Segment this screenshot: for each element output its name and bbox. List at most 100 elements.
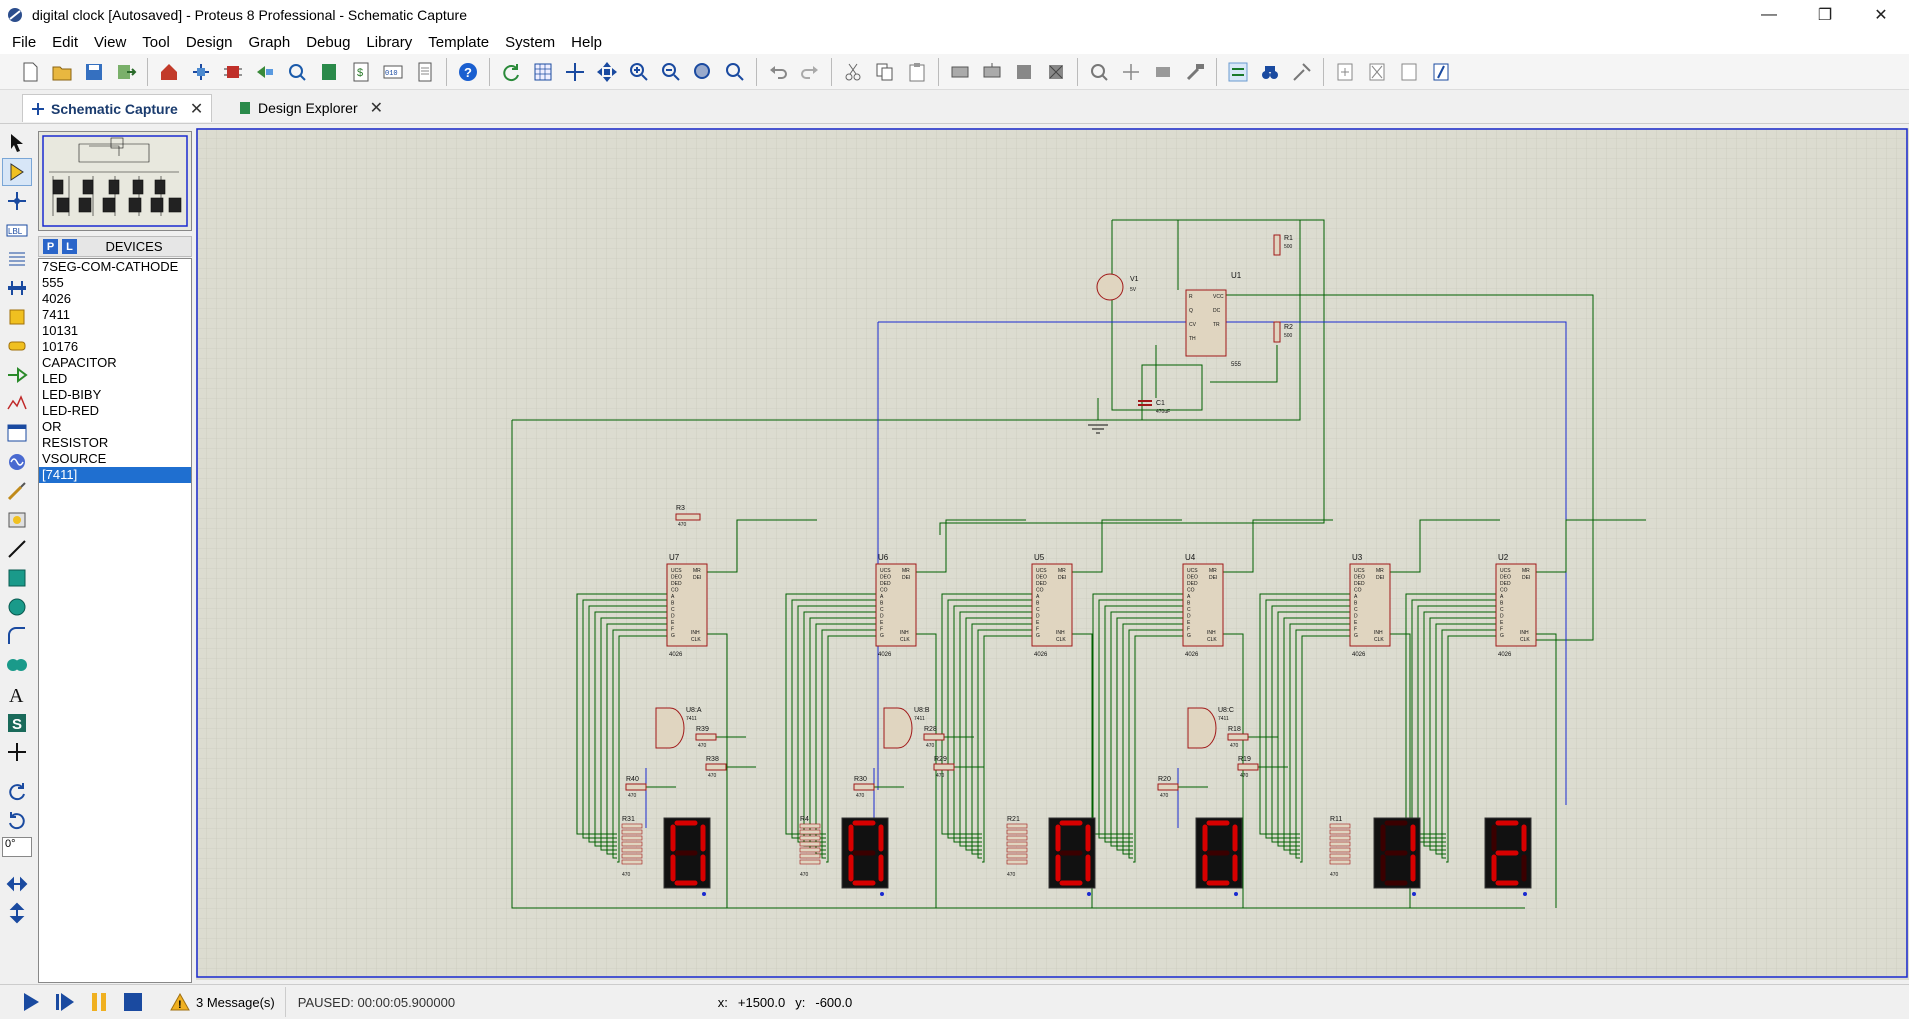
make-device-icon[interactable] [1117,58,1145,86]
line-tool-icon[interactable] [2,535,32,563]
list-item[interactable]: CAPACITOR [39,355,191,371]
list-item[interactable]: 7411 [39,307,191,323]
schematic-canvas[interactable]: U1 555 R VCC Q DC CV TR TH V1 5V R1 500 R2 500 R3 470 C1 4… [196,128,1909,980]
menu-view[interactable]: View [86,34,134,51]
mirror-vertical-icon[interactable] [2,899,32,927]
device-pins-icon[interactable] [2,361,32,389]
path-tool-icon[interactable] [2,651,32,679]
tape-recorder-icon[interactable] [2,419,32,447]
minimize-button[interactable]: — [1741,0,1797,30]
home-icon[interactable] [155,58,183,86]
copy-icon[interactable] [871,58,899,86]
zoom-area-icon[interactable] [721,58,749,86]
marker-tool-icon[interactable] [2,738,32,766]
hammer-icon[interactable] [1181,58,1209,86]
save-icon[interactable] [80,58,108,86]
block-delete-icon[interactable] [1042,58,1070,86]
zoom-in-icon[interactable] [625,58,653,86]
voltage-probe-icon[interactable] [2,477,32,505]
open-folder-icon[interactable] [48,58,76,86]
list-item[interactable]: 10176 [39,339,191,355]
rotation-angle-field[interactable]: 0° [2,837,32,857]
virtual-instruments-icon[interactable] [2,506,32,534]
block-move-icon[interactable] [978,58,1006,86]
refresh-icon[interactable] [497,58,525,86]
wire-autorouter-icon[interactable] [1224,58,1252,86]
circle-tool-icon[interactable] [2,593,32,621]
search-tag-icon[interactable] [1256,58,1284,86]
close-window-button[interactable]: ✕ [1853,0,1909,30]
property-tool-icon[interactable] [1288,58,1316,86]
decompose-icon[interactable] [1149,58,1177,86]
undo-icon[interactable] [764,58,792,86]
menu-template[interactable]: Template [420,34,497,51]
list-item[interactable]: VSOURCE [39,451,191,467]
pcb-layout-icon[interactable] [219,58,247,86]
paste-icon[interactable] [903,58,931,86]
list-item[interactable]: OR [39,419,191,435]
list-item[interactable]: LED-RED [39,403,191,419]
menu-design[interactable]: Design [178,34,241,51]
play-button[interactable] [14,987,48,1017]
goto-sheet-icon[interactable] [1395,58,1423,86]
rotate-anticlockwise-icon[interactable] [2,807,32,835]
gerber-viewer-icon[interactable] [283,58,311,86]
terminals-icon[interactable] [2,332,32,360]
symbol-tool-icon[interactable]: S [2,709,32,737]
list-item[interactable]: LED [39,371,191,387]
origin-icon[interactable] [561,58,589,86]
stop-button[interactable] [116,987,150,1017]
zoom-all-icon[interactable] [689,58,717,86]
messages-indicator[interactable]: ! 3 Message(s) [170,987,286,1017]
list-item[interactable]: 7SEG-COM-CATHODE [39,259,191,275]
selection-mode-icon[interactable] [2,129,32,157]
arc-tool-icon[interactable] [2,622,32,650]
schematic-icon[interactable] [187,58,215,86]
help-icon[interactable]: ? [454,58,482,86]
design-explorer-icon[interactable] [315,58,343,86]
tab-design-explorer[interactable]: Design Explorer ✕ [230,94,391,122]
text-script-icon[interactable] [2,245,32,273]
junction-dot-icon[interactable] [2,187,32,215]
source-code-icon[interactable]: 010 [379,58,407,86]
menu-edit[interactable]: Edit [44,34,86,51]
close-tab-button[interactable]: ✕ [190,99,203,119]
list-item[interactable]: 10131 [39,323,191,339]
new-file-icon[interactable] [16,58,44,86]
rotate-clockwise-icon[interactable] [2,778,32,806]
list-item-selected[interactable]: [7411] [39,467,191,483]
list-item[interactable]: 4026 [39,291,191,307]
subcircuit-icon[interactable] [2,303,32,331]
menu-graph[interactable]: Graph [241,34,299,51]
mirror-horizontal-icon[interactable] [2,870,32,898]
menu-library[interactable]: Library [358,34,420,51]
menu-tool[interactable]: Tool [134,34,178,51]
pick-devices-button[interactable]: P [43,239,58,254]
buses-icon[interactable] [2,274,32,302]
box-tool-icon[interactable] [2,564,32,592]
grid-toggle-icon[interactable] [529,58,557,86]
close-tab-button[interactable]: ✕ [370,98,383,118]
new-sheet-icon[interactable] [1331,58,1359,86]
graph-mode-icon[interactable] [2,390,32,418]
menu-file[interactable]: File [4,34,44,51]
step-button[interactable] [48,987,82,1017]
netlist-to-pcb-icon[interactable] [1427,58,1455,86]
bill-of-materials-icon[interactable]: $ [347,58,375,86]
redo-icon[interactable] [796,58,824,86]
notes-icon[interactable] [411,58,439,86]
list-item[interactable]: 555 [39,275,191,291]
generator-icon[interactable] [2,448,32,476]
menu-help[interactable]: Help [563,34,610,51]
zoom-out-icon[interactable] [657,58,685,86]
import-icon[interactable] [112,58,140,86]
library-manager-button[interactable]: L [62,239,77,254]
remove-sheet-icon[interactable] [1363,58,1391,86]
pan-icon[interactable] [593,58,621,86]
component-mode-icon[interactable] [2,158,32,186]
maximize-button[interactable]: ❐ [1797,0,1853,30]
text-tool-icon[interactable]: A [2,680,32,708]
3d-viewer-icon[interactable] [251,58,279,86]
wire-label-icon[interactable]: LBL [2,216,32,244]
menu-system[interactable]: System [497,34,563,51]
